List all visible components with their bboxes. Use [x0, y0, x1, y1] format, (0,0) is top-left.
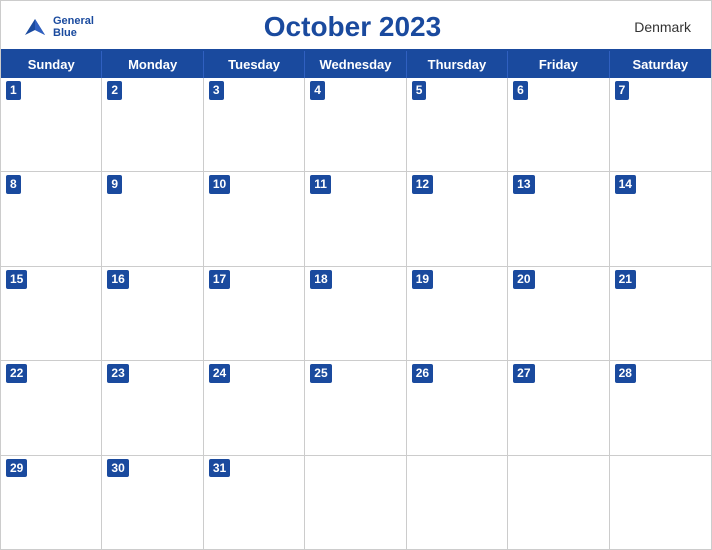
day-number: 26: [412, 364, 433, 383]
day-header-sunday: Sunday: [1, 51, 102, 78]
week-row-5: 29 30 31: [1, 456, 711, 549]
logo-blue: Blue: [53, 27, 94, 39]
day-cell: 23: [102, 361, 203, 454]
day-number: 16: [107, 270, 128, 289]
day-cell: [407, 456, 508, 549]
day-cell: 17: [204, 267, 305, 360]
day-cell: 20: [508, 267, 609, 360]
day-header-saturday: Saturday: [610, 51, 711, 78]
day-number: 14: [615, 175, 636, 194]
day-cell: 5: [407, 78, 508, 171]
day-number: 30: [107, 459, 128, 478]
day-cell: [508, 456, 609, 549]
day-cell: 14: [610, 172, 711, 265]
day-cell: 18: [305, 267, 406, 360]
day-cell: [305, 456, 406, 549]
day-number: 7: [615, 81, 630, 100]
day-cell: 6: [508, 78, 609, 171]
calendar-container: General Blue October 2023 Denmark Sunday…: [0, 0, 712, 550]
day-header-tuesday: Tuesday: [204, 51, 305, 78]
day-number: 31: [209, 459, 230, 478]
day-number: 2: [107, 81, 122, 100]
week-row-1: 1 2 3 4 5 6 7: [1, 78, 711, 172]
day-number: 3: [209, 81, 224, 100]
day-number: 11: [310, 175, 331, 194]
day-cell: 28: [610, 361, 711, 454]
week-row-2: 8 9 10 11 12 13 14: [1, 172, 711, 266]
day-cell: 31: [204, 456, 305, 549]
logo-text: General Blue: [53, 15, 94, 39]
day-cell: 27: [508, 361, 609, 454]
country-label: Denmark: [611, 19, 691, 35]
day-number: 29: [6, 459, 27, 478]
day-number: 22: [6, 364, 27, 383]
day-cell: 3: [204, 78, 305, 171]
day-cell: 12: [407, 172, 508, 265]
week-row-4: 22 23 24 25 26 27 28: [1, 361, 711, 455]
day-cell: 25: [305, 361, 406, 454]
day-cell: 22: [1, 361, 102, 454]
calendar-grid: SundayMondayTuesdayWednesdayThursdayFrid…: [1, 49, 711, 549]
month-title: October 2023: [94, 11, 611, 43]
week-row-3: 15 16 17 18 19 20 21: [1, 267, 711, 361]
day-number: 15: [6, 270, 27, 289]
day-number: 12: [412, 175, 433, 194]
day-cell: 16: [102, 267, 203, 360]
day-cell: 24: [204, 361, 305, 454]
day-number: 28: [615, 364, 636, 383]
day-cell: 1: [1, 78, 102, 171]
day-cell: 30: [102, 456, 203, 549]
day-cell: [610, 456, 711, 549]
day-number: 21: [615, 270, 636, 289]
logo-bird-icon: [21, 17, 49, 37]
day-number: 20: [513, 270, 534, 289]
day-cell: 19: [407, 267, 508, 360]
day-header-friday: Friday: [508, 51, 609, 78]
day-cell: 2: [102, 78, 203, 171]
day-number: 27: [513, 364, 534, 383]
day-cell: 10: [204, 172, 305, 265]
day-cell: 15: [1, 267, 102, 360]
day-cell: 11: [305, 172, 406, 265]
day-number: 9: [107, 175, 122, 194]
day-headers: SundayMondayTuesdayWednesdayThursdayFrid…: [1, 51, 711, 78]
day-number: 8: [6, 175, 21, 194]
weeks-container: 1234567891011121314151617181920212223242…: [1, 78, 711, 549]
day-number: 19: [412, 270, 433, 289]
day-number: 5: [412, 81, 427, 100]
day-number: 10: [209, 175, 230, 194]
day-cell: 7: [610, 78, 711, 171]
day-number: 4: [310, 81, 325, 100]
day-number: 25: [310, 364, 331, 383]
day-cell: 13: [508, 172, 609, 265]
day-number: 1: [6, 81, 21, 100]
day-number: 23: [107, 364, 128, 383]
day-number: 17: [209, 270, 230, 289]
day-header-wednesday: Wednesday: [305, 51, 406, 78]
day-number: 18: [310, 270, 331, 289]
day-number: 24: [209, 364, 230, 383]
day-number: 13: [513, 175, 534, 194]
day-header-monday: Monday: [102, 51, 203, 78]
logo-general: General: [53, 15, 94, 27]
day-cell: 21: [610, 267, 711, 360]
logo-area: General Blue: [21, 15, 94, 39]
day-cell: 4: [305, 78, 406, 171]
day-header-thursday: Thursday: [407, 51, 508, 78]
day-number: 6: [513, 81, 528, 100]
day-cell: 9: [102, 172, 203, 265]
day-cell: 29: [1, 456, 102, 549]
day-cell: 8: [1, 172, 102, 265]
day-cell: 26: [407, 361, 508, 454]
calendar-header: General Blue October 2023 Denmark: [1, 1, 711, 49]
